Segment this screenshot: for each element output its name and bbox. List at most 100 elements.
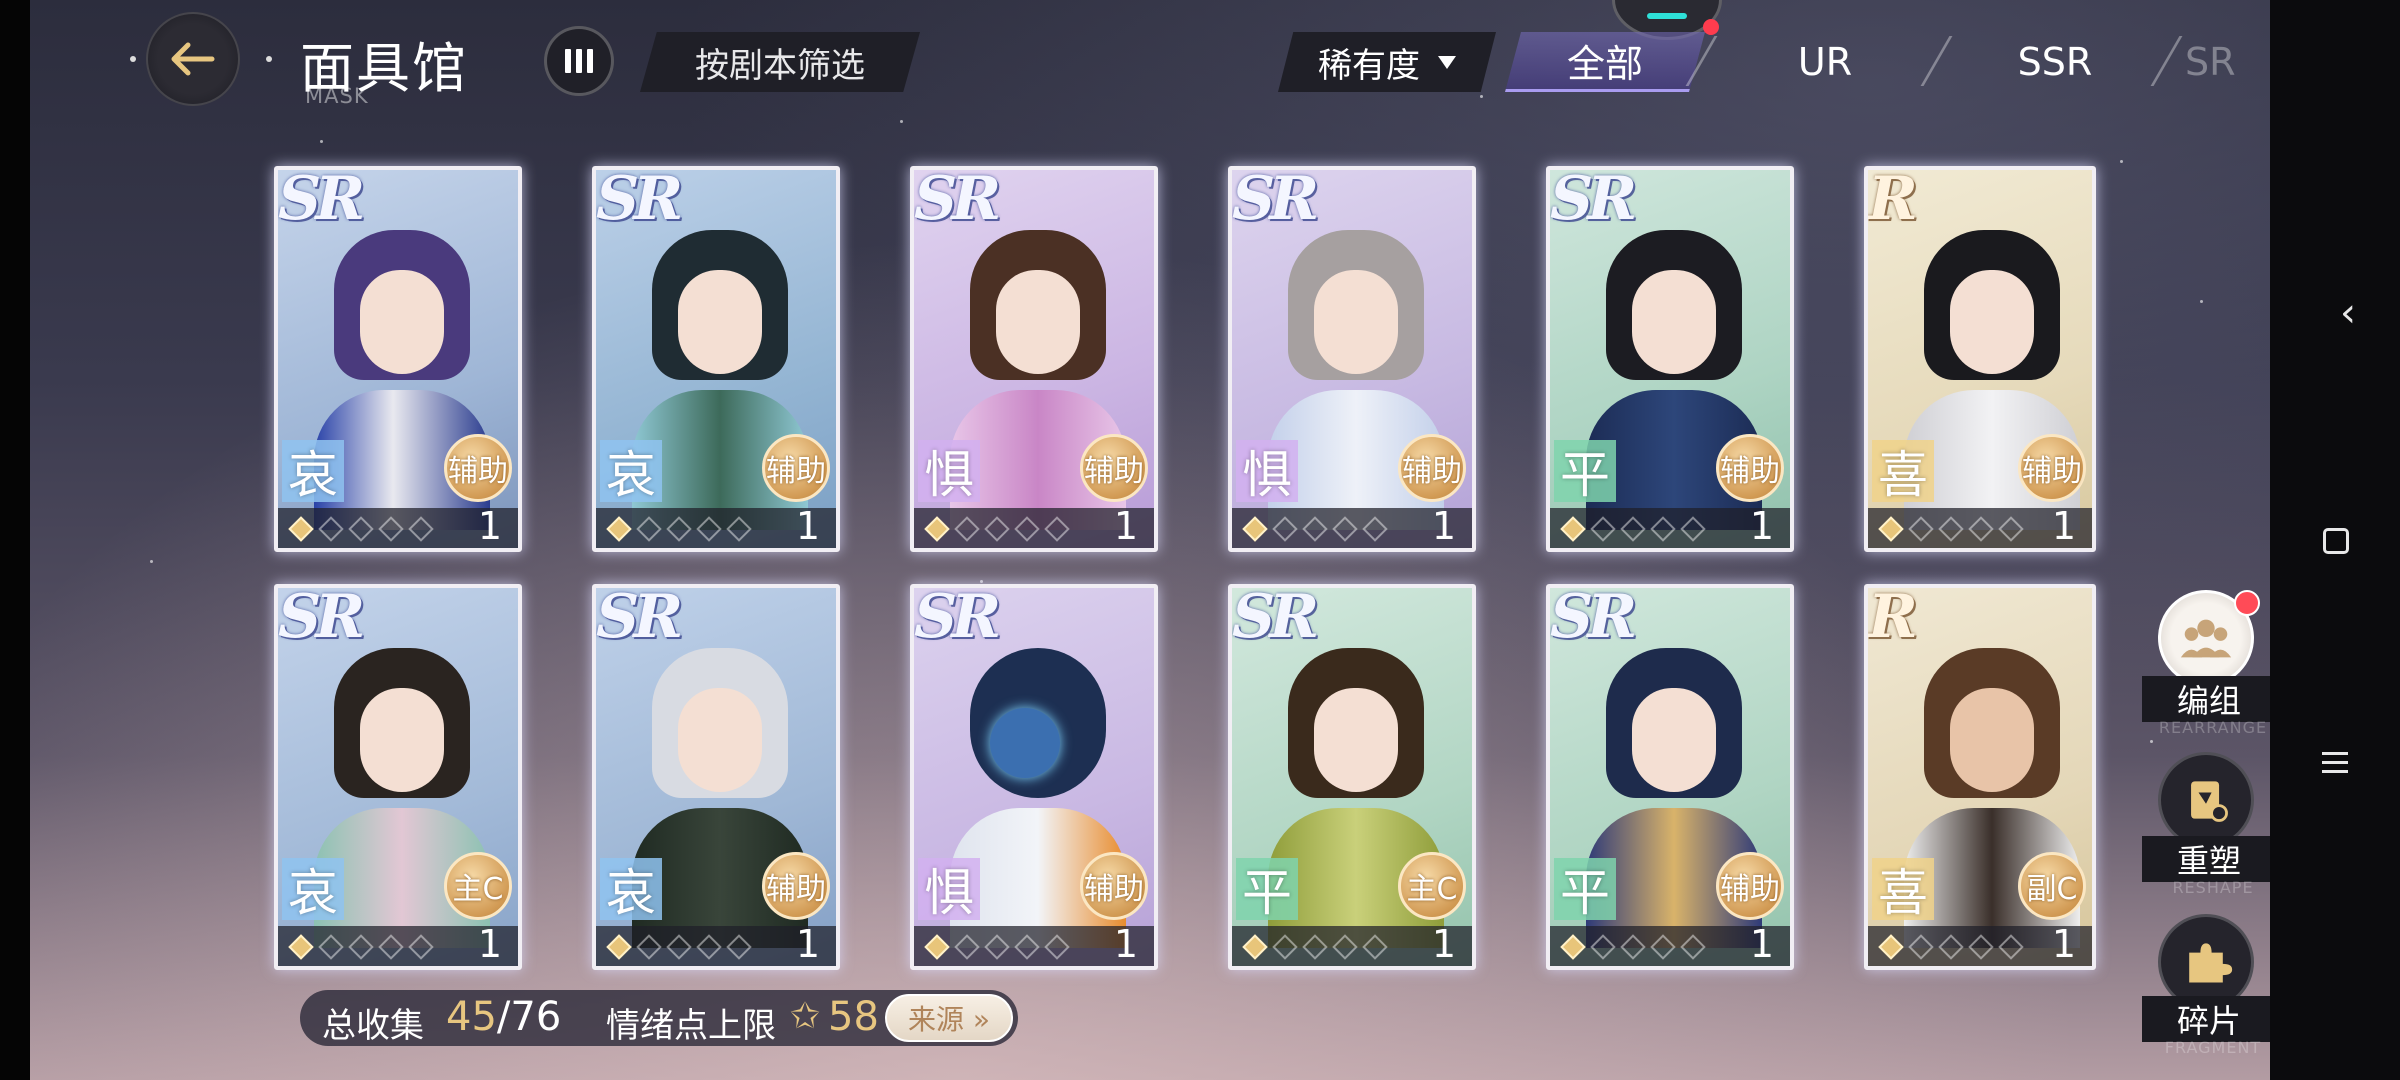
rarity-badge: SR <box>1550 166 1637 234</box>
role-badge: 辅助 <box>1398 434 1466 502</box>
puzzle-icon <box>2189 943 2233 983</box>
card-count: 1 <box>795 504 820 548</box>
nav-home-icon[interactable] <box>2323 528 2349 554</box>
card-count: 1 <box>477 922 502 966</box>
star-level <box>288 934 434 960</box>
fragments-label[interactable]: 碎片 <box>2142 996 2276 1042</box>
star-level <box>1560 934 1706 960</box>
emotion-cap-value: 58 <box>828 994 879 1040</box>
background-star <box>150 560 153 563</box>
deco-dot <box>130 56 136 62</box>
background-star <box>2200 300 2203 303</box>
emotion-tag: 哀 <box>600 858 662 922</box>
chevron-down-icon <box>1438 55 1456 69</box>
rarity-badge: SR <box>914 166 1001 234</box>
tab-all[interactable]: 全部 <box>1505 32 1705 92</box>
card-swap-icon <box>2191 781 2228 822</box>
rarity-dropdown[interactable]: 稀有度 <box>1278 32 1496 92</box>
rarity-dropdown-label: 稀有度 <box>1318 45 1420 86</box>
background-star <box>2150 740 2153 743</box>
emotion-tag: 平 <box>1554 440 1616 504</box>
emotion-cap-label: 情绪点上限 <box>606 1006 776 1046</box>
emotion-tag: 平 <box>1236 858 1298 922</box>
tab-separator <box>1920 36 1953 86</box>
reshape-sublabel: RESHAPE <box>2172 878 2254 897</box>
rarity-badge: SR <box>1232 584 1319 652</box>
tab-ur[interactable]: UR <box>1725 32 1925 92</box>
star-level <box>1878 934 2024 960</box>
reshape-label[interactable]: 重塑 <box>2142 836 2276 882</box>
group-icon <box>2180 619 2232 658</box>
collection-total: /76 <box>496 994 562 1040</box>
tab-ssr[interactable]: SSR <box>1955 32 2155 92</box>
card-count: 1 <box>1113 922 1138 966</box>
rarity-badge: SR <box>596 584 683 652</box>
background-star <box>980 580 983 583</box>
notification-dot <box>2234 590 2260 616</box>
emotion-tag: 喜 <box>1872 440 1934 504</box>
rarity-badge: SR <box>1550 584 1637 652</box>
filter-by-script-button[interactable]: 按剧本筛选 <box>640 32 920 92</box>
source-button[interactable]: 来源 » <box>885 994 1013 1042</box>
card-count: 1 <box>2051 504 2076 548</box>
deco-dot <box>266 56 272 62</box>
card-count: 1 <box>795 922 820 966</box>
star-level <box>1242 516 1388 542</box>
mask-card[interactable]: SR 惧 辅助 1 <box>1228 166 1476 552</box>
card-count: 1 <box>477 504 502 548</box>
background-star <box>2120 160 2123 163</box>
rarity-badge: SR <box>596 166 683 234</box>
collection-have: 45 <box>446 994 497 1040</box>
rarity-badge: SR <box>278 166 365 234</box>
mask-card[interactable]: SR 平 主C 1 <box>1228 584 1476 970</box>
star-level <box>1242 934 1388 960</box>
view-toggle-button[interactable] <box>544 26 614 96</box>
emotion-tag: 哀 <box>282 858 344 922</box>
role-badge: 辅助 <box>762 434 830 502</box>
mask-card[interactable]: SR 哀 辅助 1 <box>274 166 522 552</box>
card-count: 1 <box>1431 922 1456 966</box>
page-subtitle: MASK <box>305 84 369 108</box>
left-black-bar <box>0 0 30 1080</box>
role-badge: 辅助 <box>1716 434 1784 502</box>
card-count: 1 <box>1749 504 1774 548</box>
emotion-tag: 喜 <box>1872 858 1934 922</box>
team-label[interactable]: 编组 <box>2142 676 2276 722</box>
rarity-badge: R <box>1868 166 1918 234</box>
role-badge: 副C <box>2018 852 2086 920</box>
role-badge: 辅助 <box>1716 852 1784 920</box>
mask-card[interactable]: SR 惧 辅助 1 <box>910 166 1158 552</box>
collection-count: 45/76 <box>446 994 561 1040</box>
rarity-badge: SR <box>278 584 365 652</box>
role-badge: 主C <box>444 852 512 920</box>
mask-card[interactable]: SR 惧 辅助 1 <box>910 584 1158 970</box>
mask-gallery-screen: 面具馆 MASK 按剧本筛选 稀有度 全部 UR SSR SR SR 哀 辅助 … <box>0 0 2400 1080</box>
mask-card[interactable]: R 喜 辅助 1 <box>1864 166 2096 552</box>
nav-recents-icon[interactable] <box>2322 752 2348 773</box>
mask-card[interactable]: SR 平 辅助 1 <box>1546 166 1794 552</box>
card-count: 1 <box>1113 504 1138 548</box>
mask-card[interactable]: SR 哀 主C 1 <box>274 584 522 970</box>
star-level <box>924 516 1070 542</box>
back-button[interactable] <box>146 12 240 106</box>
role-badge: 辅助 <box>1080 852 1148 920</box>
star-icon: ✩ <box>790 996 821 1037</box>
star-level <box>288 516 434 542</box>
back-arrow-icon <box>171 42 215 76</box>
mask-card[interactable]: SR 哀 辅助 1 <box>592 166 840 552</box>
mask-card[interactable]: SR 平 辅助 1 <box>1546 584 1794 970</box>
star-level <box>924 934 1070 960</box>
mask-card[interactable]: R 喜 副C 1 <box>1864 584 2096 970</box>
collection-label: 总收集 <box>322 1006 424 1046</box>
nav-back-icon[interactable]: ‹ <box>2340 290 2356 336</box>
card-count: 1 <box>1431 504 1456 548</box>
role-badge: 主C <box>1398 852 1466 920</box>
reshape-button[interactable] <box>2158 752 2254 848</box>
background-star <box>900 120 903 123</box>
rarity-badge: R <box>1868 584 1918 652</box>
emotion-tag: 惧 <box>918 440 980 504</box>
background-star <box>320 140 323 143</box>
rarity-badge: SR <box>1232 166 1319 234</box>
mask-card[interactable]: SR 哀 辅助 1 <box>592 584 840 970</box>
star-level <box>606 516 752 542</box>
